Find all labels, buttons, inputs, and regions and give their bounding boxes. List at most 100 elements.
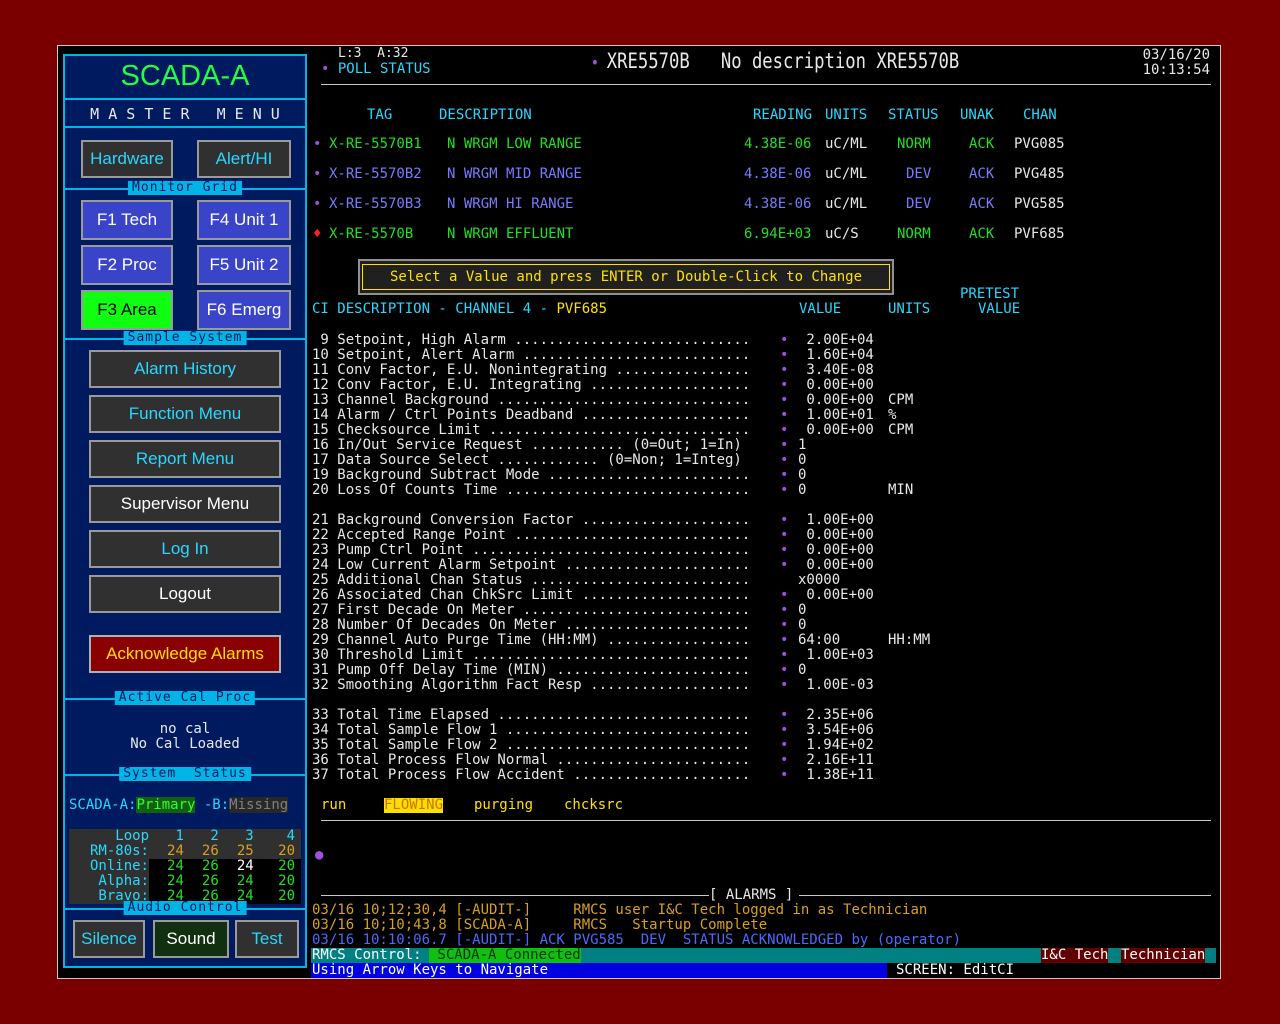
ci-row[interactable]: 23 Pump Ctrl Point .....................…: [312, 543, 1032, 558]
ci-row[interactable]: 29 Channel Auto Purge Time (HH:MM) .....…: [312, 633, 1032, 648]
ci-row[interactable]: 14 Alarm / Ctrl Points Deadband ........…: [312, 408, 1032, 423]
user-role: Technician: [1121, 947, 1206, 963]
log-in-button[interactable]: Log In: [89, 530, 281, 568]
ci-value[interactable]: 1.60E+04: [798, 348, 873, 363]
ci-value[interactable]: 1.00E+00: [798, 513, 873, 528]
ci-row[interactable]: 33 Total Time Elapsed ..................…: [312, 708, 1032, 723]
sample-system-title: Sample System: [123, 331, 247, 345]
ci-value[interactable]: 0: [798, 618, 806, 633]
prompt-box: Select a Value and press ENTER or Double…: [358, 259, 894, 295]
ci-value-header: VALUE: [799, 301, 842, 317]
loop-header-4: 4: [286, 828, 295, 844]
ci-value[interactable]: 3.40E-08: [798, 363, 873, 378]
ci-value[interactable]: 64:00: [798, 633, 840, 648]
ci-value[interactable]: 1.94E+02: [798, 738, 873, 753]
ci-value[interactable]: 2.00E+04: [798, 333, 873, 348]
ci-row[interactable]: 31 Pump Off Delay Time (MIN) ...........…: [312, 663, 1032, 678]
ci-value[interactable]: 0.00E+00: [798, 423, 873, 438]
silence-button[interactable]: Silence: [73, 920, 145, 958]
sound-button[interactable]: Sound: [153, 920, 229, 958]
hardware-button[interactable]: Hardware: [81, 140, 173, 178]
tag-row[interactable]: • X-RE-5570B1 N WRGM LOW RANGE 4.38E-06 …: [311, 137, 1111, 153]
loop-cell: 26: [183, 859, 219, 874]
ci-row[interactable]: 13 Channel Background ..................…: [312, 393, 1032, 408]
ci-value[interactable]: 0: [798, 483, 806, 498]
tag-cell: X-RE-5570B3: [329, 196, 422, 212]
supervisor-menu-button[interactable]: Supervisor Menu: [89, 485, 281, 523]
ci-value[interactable]: 0.00E+00: [798, 588, 873, 603]
alarm-line[interactable]: 03/16 10;12;30,4 [-AUDIT-] RMCS user I&C…: [312, 903, 927, 918]
alarm-line[interactable]: 03/16 10:10:06.7 [-AUDIT-] ACK PVG585 DE…: [312, 933, 961, 948]
ci-value[interactable]: 1.00E+01: [798, 408, 873, 423]
status-dot-icon: •: [321, 61, 338, 77]
tag-row-selected[interactable]: ♦ X-RE-5570B N WRGM EFFLUENT 6.94E+03 uC…: [311, 227, 1111, 243]
ci-value[interactable]: 3.54E+06: [798, 723, 873, 738]
ci-value[interactable]: 0.00E+00: [798, 393, 873, 408]
alarm-line[interactable]: 03/16 10;10;43,8 [SCADA-A] RMCS Startup …: [312, 918, 767, 933]
ci-row[interactable]: 34 Total Sample Flow 1 .................…: [312, 723, 1032, 738]
ci-row[interactable]: 11 Conv Factor, E.U. Nonintegrating ....…: [312, 363, 1032, 378]
f5-unit2-button[interactable]: F5 Unit 2: [197, 245, 291, 285]
ci-value[interactable]: 1.38E+11: [798, 768, 873, 783]
ci-row[interactable]: 15 Checksource Limit ...................…: [312, 423, 1032, 438]
ci-row[interactable]: 21 Background Conversion Factor ........…: [312, 513, 1032, 528]
scada-status-line: SCADA-A:Primary -B:Missing: [69, 797, 289, 813]
acknowledge-alarms-button[interactable]: Acknowledge Alarms: [89, 635, 281, 673]
ci-value[interactable]: 0: [798, 603, 806, 618]
alert-hi-button[interactable]: Alert/HI: [197, 140, 291, 178]
ci-row[interactable]: 32 Smoothing Algorithm Fact Resp .......…: [312, 678, 1032, 693]
ci-value[interactable]: x0000: [798, 573, 840, 588]
ci-row[interactable]: 16 In/Out Service Request ........... (0…: [312, 438, 1032, 453]
ci-row[interactable]: 30 Threshold Limit .....................…: [312, 648, 1032, 663]
test-button[interactable]: Test: [235, 920, 299, 958]
ci-value[interactable]: 0.00E+00: [798, 378, 873, 393]
ci-value[interactable]: 1.00E-03: [798, 678, 873, 693]
function-menu-button[interactable]: Function Menu: [89, 395, 281, 433]
ci-value[interactable]: 0: [798, 468, 806, 483]
ci-row[interactable]: 19 Background Subtract Mode ............…: [312, 468, 1032, 483]
ci-description: 27 First Decade On Meter ...............…: [312, 602, 751, 618]
f6-emerg-button[interactable]: F6 Emerg: [197, 290, 291, 330]
f3-area-button[interactable]: F3 Area: [81, 290, 173, 330]
ci-row[interactable]: 9 Setpoint, High Alarm .................…: [312, 333, 1032, 348]
ci-value[interactable]: 0.00E+00: [798, 543, 873, 558]
ci-row[interactable]: 26 Associated Chan ChkSrc Limit ........…: [312, 588, 1032, 603]
rmcs-value: SCADA-A Connected: [429, 947, 581, 963]
ci-row[interactable]: 36 Total Process Flow Normal ...........…: [312, 753, 1032, 768]
f1-tech-button[interactable]: F1 Tech: [81, 200, 173, 240]
ci-value[interactable]: 0.00E+00: [798, 558, 873, 573]
reading-cell: 4.38E-06: [744, 136, 812, 152]
chan-cell: PVG485: [1014, 166, 1065, 182]
ci-value[interactable]: 2.16E+11: [798, 753, 873, 768]
ci-value[interactable]: 0: [798, 663, 806, 678]
ci-row[interactable]: 10 Setpoint, Alert Alarm ...............…: [312, 348, 1032, 363]
loop-cell: 24: [218, 859, 254, 874]
ci-value[interactable]: 1.00E+03: [798, 648, 873, 663]
ci-row[interactable]: 28 Number Of Decades On Meter ..........…: [312, 618, 1032, 633]
ci-value[interactable]: 0.00E+00: [798, 528, 873, 543]
tag-row[interactable]: • X-RE-5570B2 N WRGM MID RANGE 4.38E-06 …: [311, 167, 1111, 183]
f4-unit1-button[interactable]: F4 Unit 1: [197, 200, 291, 240]
ci-value[interactable]: 1: [798, 438, 806, 453]
ci-row[interactable]: 35 Total Sample Flow 2 .................…: [312, 738, 1032, 753]
ci-channel: PVF685: [556, 301, 608, 317]
ci-row[interactable]: 20 Loss Of Counts Time .................…: [312, 483, 1032, 498]
ci-row[interactable]: 22 Accepted Range Point ................…: [312, 528, 1032, 543]
app-title: SCADA-A: [120, 60, 250, 92]
ci-value[interactable]: 0: [798, 453, 806, 468]
ci-value[interactable]: 2.35E+06: [798, 708, 873, 723]
loop-cell: 20: [253, 889, 301, 904]
f2-proc-button[interactable]: F2 Proc: [81, 245, 173, 285]
status-cell: DEV: [906, 196, 932, 212]
alarm-history-button[interactable]: Alarm History: [89, 350, 281, 388]
ci-row[interactable]: 17 Data Source Select ............ (0=No…: [312, 453, 1032, 468]
ci-row[interactable]: 25 Additional Chan Status ..............…: [312, 573, 1032, 588]
ci-row[interactable]: 12 Conv Factor, E.U. Integrating .......…: [312, 378, 1032, 393]
ci-description: 15 Checksource Limit ...................…: [312, 422, 751, 438]
ci-row[interactable]: 24 Low Current Alarm Setpoint ..........…: [312, 558, 1032, 573]
tag-row[interactable]: • X-RE-5570B3 N WRGM HI RANGE 4.38E-06 u…: [311, 197, 1111, 213]
ci-row[interactable]: 27 First Decade On Meter ...............…: [312, 603, 1032, 618]
ci-row[interactable]: 37 Total Process Flow Accident .........…: [312, 768, 1032, 783]
report-menu-button[interactable]: Report Menu: [89, 440, 281, 478]
logout-button[interactable]: Logout: [89, 575, 281, 613]
